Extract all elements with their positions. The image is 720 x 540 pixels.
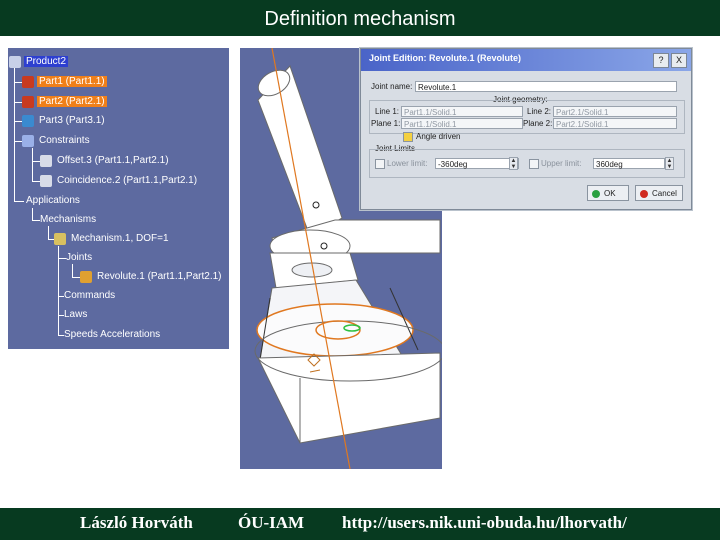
tree-item-laws[interactable]: Laws [62, 307, 89, 323]
tree-item-part1[interactable]: Part1 (Part1.1) [22, 74, 107, 90]
slide-footer: László Horváth ÓU-IAM http://users.nik.u… [0, 508, 720, 540]
ok-icon [592, 189, 600, 198]
upper-limit-label: Upper limit: [541, 159, 582, 168]
tree-connector [58, 246, 59, 336]
plane2-field[interactable]: Part2.1/Solid.1 [553, 118, 677, 129]
lower-limit-label: Lower limit: [387, 159, 428, 168]
footer-institution: ÓU-IAM [238, 513, 305, 532]
line1-label: Line 1: [375, 107, 400, 116]
tree-connector [32, 148, 33, 182]
line1-field[interactable]: Part1.1/Solid.1 [401, 106, 523, 117]
tree-item-applications[interactable]: Applications [24, 193, 82, 209]
specification-tree: Product2 Part1 (Part1.1) Part2 (Part2.1)… [8, 48, 229, 349]
angle-driven-checkbox[interactable] [403, 132, 413, 142]
ok-button[interactable]: OK [587, 185, 629, 201]
tree-item-part2[interactable]: Part2 (Part2.1) [22, 94, 107, 110]
offset-constraint-icon [40, 155, 52, 167]
joint-edition-dialog: Joint Edition: Revolute.1 (Revolute) ? X… [360, 48, 692, 210]
lower-limit-field[interactable]: -360deg [435, 158, 519, 169]
tree-item-joints[interactable]: Joints [64, 250, 94, 266]
joint-name-field[interactable]: Revolute.1 [415, 81, 677, 92]
lower-limit-spinner[interactable]: ▲ ▼ [509, 157, 518, 170]
tree-item-offset3[interactable]: Offset.3 (Part1.1,Part2.1) [40, 153, 171, 169]
footer-author: László Horváth [80, 513, 193, 532]
arm-part [269, 219, 441, 289]
line2-label: Line 2: [527, 107, 552, 116]
cancel-icon [640, 189, 648, 198]
upper-limit-field[interactable]: 360deg [593, 158, 665, 169]
tree-item-mechanism1[interactable]: Mechanism.1, DOF=1 [54, 231, 171, 247]
part-icon [22, 115, 34, 127]
plane1-label: Plane 1: [371, 119, 401, 128]
coincidence-constraint-icon [40, 175, 52, 187]
line2-field[interactable]: Part2.1/Solid.1 [553, 106, 677, 117]
tree-connector [48, 226, 49, 240]
tree-connector [14, 62, 15, 202]
tree-connector [32, 208, 33, 220]
tree-item-mechanisms[interactable]: Mechanisms [38, 212, 98, 228]
tree-item-revolute1[interactable]: Revolute.1 (Part1.1,Part2.1) [80, 269, 224, 285]
tree-item-coincidence2[interactable]: Coincidence.2 (Part1.1,Part2.1) [40, 173, 199, 189]
dialog-title: Joint Edition: Revolute.1 (Revolute) [369, 53, 522, 63]
cancel-button[interactable]: Cancel [635, 185, 683, 201]
tree-connector [72, 264, 73, 278]
plane2-label: Plane 2: [523, 119, 553, 128]
tree-connector [14, 201, 24, 202]
part-icon [22, 96, 34, 108]
cone-base-part [254, 279, 442, 444]
slide-title: Definition mechanism [0, 0, 720, 36]
tree-item-constraints[interactable]: Constraints [22, 133, 92, 149]
dialog-title-bar[interactable]: Joint Edition: Revolute.1 (Revolute) ? X [361, 49, 691, 71]
constraints-icon [22, 135, 34, 147]
plane1-field[interactable]: Part1.1/Solid.1 [401, 118, 523, 129]
tree-item-part3[interactable]: Part3 (Part3.1) [22, 113, 107, 129]
angle-driven-label: Angle driven [416, 132, 461, 141]
upper-limit-spinner[interactable]: ▲ ▼ [665, 157, 674, 170]
footer-url[interactable]: http://users.nik.uni-obuda.hu/lhorvath/ [342, 513, 627, 533]
help-button[interactable]: ? [653, 53, 669, 68]
rod-part [257, 65, 343, 237]
tree-item-product2[interactable]: Product2 [9, 54, 69, 70]
close-button[interactable]: X [671, 53, 687, 68]
joint-name-label: Joint name: [371, 82, 413, 91]
tree-item-commands[interactable]: Commands [62, 288, 117, 304]
revolute-joint-icon [80, 271, 92, 283]
part-icon [22, 76, 34, 88]
tree-item-speeds-accelerations[interactable]: Speeds Accelerations [62, 327, 162, 343]
lower-limit-checkbox[interactable] [375, 159, 385, 169]
upper-limit-checkbox[interactable] [529, 159, 539, 169]
mechanism-icon [54, 233, 66, 245]
product-icon [9, 56, 21, 68]
